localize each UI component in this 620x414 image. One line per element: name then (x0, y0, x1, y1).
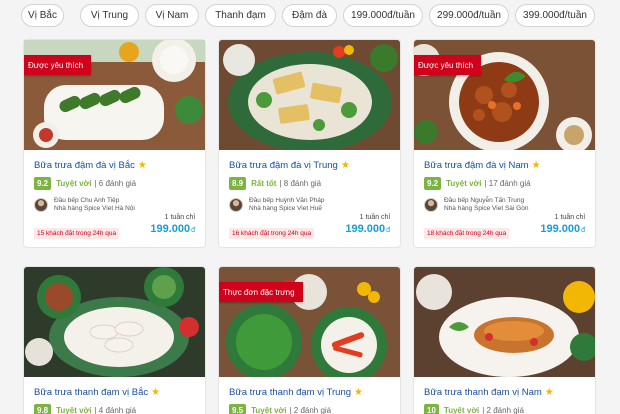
filter-chip-price-199[interactable]: 199.000đ/tuần (343, 4, 423, 27)
restaurant-name: Nhà hàng Spice Viet Sài Gòn (444, 205, 529, 212)
price-label: 1 tuần chỉ (164, 214, 195, 221)
meal-photo[interactable] (24, 267, 205, 377)
filter-chip-price-399[interactable]: 399.000đ/tuần (515, 4, 595, 27)
star-icon: ★ (531, 160, 541, 171)
restaurant-name: Nhà hàng Spice Viet Huế (249, 205, 322, 212)
meal-card-dam-da-nam[interactable]: Được yêu thích Bữa trưa đậm đà vị Nam ★ 9… (413, 39, 596, 248)
rating-verdict: Rất tốt (251, 179, 277, 188)
meal-card-thanh-dam-bac[interactable]: Bữa trưa thanh đạm vị Bắc ★ 9.8 Tuyệt vời… (23, 266, 206, 414)
meal-title[interactable]: Bữa trưa thanh đạm vị Bắc ★ (34, 387, 160, 398)
rating: 9.8 Tuyệt vời | 4 đánh giá (34, 404, 136, 414)
review-count: | 8 đánh giá (279, 179, 322, 188)
price: 199.000đ (345, 223, 390, 235)
ribbon-badge: Thực đơn đặc trưng (219, 282, 303, 302)
meal-title[interactable]: Bữa trưa đậm đà vị Nam ★ (424, 160, 541, 171)
rating: 9.2 Tuyệt vời | 17 đánh giá (424, 177, 531, 190)
rating: 8.9 Rất tốt | 8 đánh giá (229, 177, 321, 190)
star-icon: ★ (544, 387, 554, 398)
meal-card-thanh-dam-nam[interactable]: Bữa trưa thanh đạm vị Nam ★ 10 Tuyệt vời … (413, 266, 596, 414)
review-count: | 2 đánh giá (482, 406, 524, 414)
price: 199.000đ (540, 223, 585, 235)
filter-chip-dam-da[interactable]: Đậm đà (282, 4, 337, 27)
star-icon: ★ (340, 160, 350, 171)
review-count: | 4 đánh giá (94, 406, 137, 414)
bookings-badge: 18 khách đặt trong 24h qua (424, 228, 510, 239)
meal-card-dam-da-trung[interactable]: Bữa trưa đậm đà vị Trung ★ 8.9 Rất tốt | … (218, 39, 401, 248)
bookings-badge: 15 khách đặt trong 24h qua (34, 228, 120, 239)
chef-avatar (424, 198, 438, 212)
rating: 9.2 Tuyệt vời | 6 đánh giá (34, 177, 136, 190)
rating-verdict: Tuyệt vời (56, 406, 92, 414)
rating-verdict: Tuyệt vời (446, 179, 482, 188)
ribbon-badge: Được yêu thích (414, 55, 482, 79)
filter-chip-thanh-dam[interactable]: Thanh đạm (205, 4, 276, 27)
price-block: 1 tuần chỉ 199.000đ (150, 214, 195, 235)
meal-card-thanh-dam-trung[interactable]: Thực đơn đặc trưng Bữa trưa thanh đạm vị… (218, 266, 401, 414)
review-count: | 17 đánh giá (484, 179, 531, 188)
review-count: | 6 đánh giá (94, 179, 137, 188)
meal-title[interactable]: Bữa trưa thanh đạm vị Nam ★ (424, 387, 554, 398)
star-icon: ★ (354, 387, 363, 398)
rating: 10 Tuyệt vời | 2 đánh giá (424, 404, 524, 414)
score-badge: 9.8 (34, 404, 52, 414)
star-icon: ★ (151, 387, 161, 398)
filter-chip-vi-trung[interactable]: Vị Trung (80, 4, 139, 27)
meal-title[interactable]: Bữa trưa thanh đạm vị Trung ★ (229, 387, 363, 398)
chef-name: Đầu bếp Nguyễn Tấn Trung (444, 197, 525, 204)
chef-name: Đầu bếp Chu Anh Tiệp (54, 197, 120, 204)
price-block: 1 tuần chỉ 199.000đ (540, 214, 585, 235)
meal-card-dam-da-bac[interactable]: Được yêu thích Bữa trưa đậm đà vị Bắc ★ 9… (23, 39, 206, 248)
score-badge: 10 (424, 404, 439, 414)
filter-chip-vi-bac[interactable]: Vị Bắc (21, 4, 64, 27)
chef-info: Đầu bếp Nguyễn Tấn Trung Nhà hàng Spice … (424, 197, 528, 213)
star-icon: ★ (137, 160, 147, 171)
price-label: 1 tuần chỉ (359, 214, 390, 221)
chef-info: Đầu bếp Huỳnh Văn Pháp Nhà hàng Spice Vi… (229, 197, 325, 213)
meal-title[interactable]: Bữa trưa đậm đà vị Trung ★ (229, 160, 350, 171)
rating-verdict: Tuyệt vời (56, 179, 92, 188)
score-badge: 9.2 (424, 177, 442, 190)
meal-photo[interactable] (414, 267, 595, 377)
filter-chip-price-299[interactable]: 299.000đ/tuần (429, 4, 509, 27)
score-badge: 9.2 (34, 177, 52, 190)
chef-avatar (34, 198, 48, 212)
rating-verdict: Tuyệt vời (443, 406, 480, 414)
price: 199.000đ (150, 223, 195, 235)
score-badge: 9.5 (229, 404, 247, 414)
meal-title[interactable]: Bữa trưa đậm đà vị Bắc ★ (34, 160, 147, 171)
price-label: 1 tuần chỉ (554, 214, 585, 221)
filter-chip-vi-nam[interactable]: Vị Nam (145, 4, 199, 27)
chef-avatar (229, 198, 243, 212)
rating: 9.5 Tuyệt vời | 2 đánh giá (229, 404, 331, 414)
restaurant-name: Nhà hàng Spice Viet Hà Nội (54, 205, 135, 212)
review-count: | 2 đánh giá (289, 406, 332, 414)
ribbon-badge: Được yêu thích (24, 55, 92, 79)
meal-photo[interactable] (219, 40, 400, 150)
score-badge: 8.9 (229, 177, 247, 190)
rating-verdict: Tuyệt vời (251, 406, 287, 414)
bookings-badge: 16 khách đặt trong 24h qua (229, 228, 315, 239)
price-block: 1 tuần chỉ 199.000đ (345, 214, 390, 235)
chef-info: Đầu bếp Chu Anh Tiệp Nhà hàng Spice Viet… (34, 197, 135, 213)
filter-bar: Vị Bắc Vị Trung Vị Nam Thanh đạm Đậm đà … (0, 4, 620, 28)
chef-name: Đầu bếp Huỳnh Văn Pháp (249, 197, 325, 204)
